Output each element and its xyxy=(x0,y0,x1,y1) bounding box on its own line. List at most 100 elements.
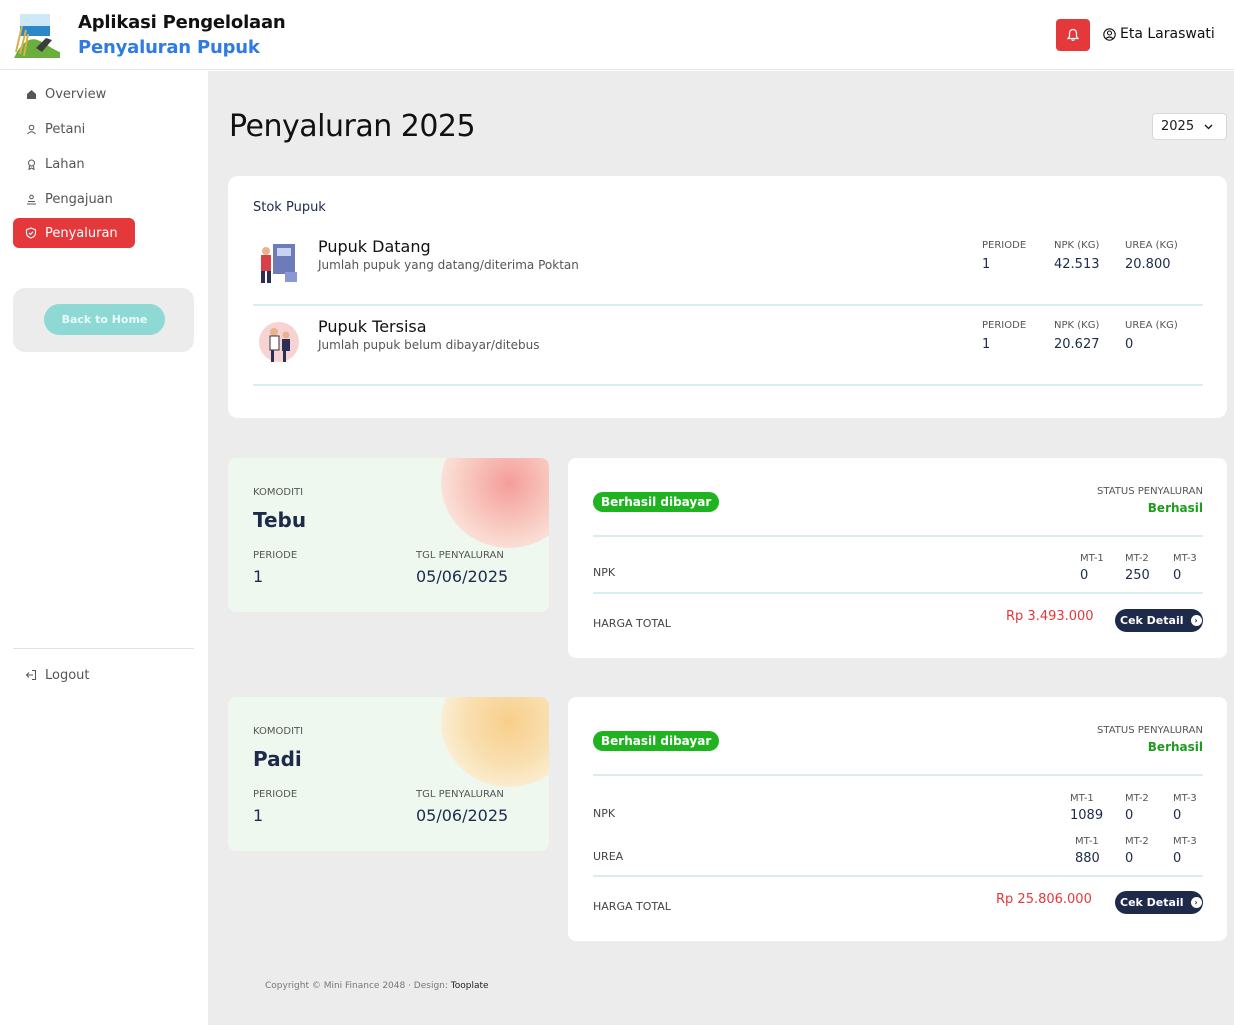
sidebar-item-lahan[interactable]: Lahan xyxy=(13,149,135,179)
stok-urea-value: 0 xyxy=(1125,337,1134,352)
harga-total-label: HARGA TOTAL xyxy=(593,617,671,630)
mt-value: 1089 xyxy=(1070,808,1104,823)
harga-total-value: Rp 3.493.000 xyxy=(1006,609,1094,624)
stok-npk: NPK (KG) 20.627 xyxy=(1054,320,1100,352)
npk-mt1: MT-1 1089 xyxy=(1070,793,1103,823)
user-menu[interactable]: Eta Laraswati xyxy=(1103,26,1215,42)
komoditi-name: Tebu xyxy=(253,508,307,532)
status-card-padi: Berhasil dibayar STATUS PENYALURAN Berha… xyxy=(568,697,1227,941)
notification-button[interactable] xyxy=(1056,19,1090,51)
mt-value: 0 xyxy=(1173,808,1182,823)
app-subtitle: Penyaluran Pupuk xyxy=(78,37,260,58)
status-badge: Berhasil dibayar xyxy=(593,731,720,751)
urea-mt1: MT-1 880 xyxy=(1075,836,1100,866)
decorative-blob xyxy=(441,458,549,548)
sidebar-item-label: Petani xyxy=(45,121,86,137)
cek-detail-button[interactable]: Cek Detail › xyxy=(1115,891,1203,914)
stok-urea: UREA (KG) 20.800 xyxy=(1125,240,1178,272)
divider xyxy=(593,592,1203,594)
footer-link[interactable]: Tooplate xyxy=(451,981,489,991)
tgl-penyaluran-value: 05/06/2025 xyxy=(416,806,509,825)
periode-value: 1 xyxy=(253,806,264,825)
mt-value: 0 xyxy=(1173,568,1182,583)
stok-periode: PERIODE 1 xyxy=(982,320,1026,352)
stok-periode-label: PERIODE xyxy=(982,320,1027,331)
npk-mt2: MT-2 0 xyxy=(1125,793,1149,823)
back-to-home-button[interactable]: Back to Home xyxy=(44,304,165,335)
chevron-right-icon: › xyxy=(1190,615,1202,626)
mt-label: MT-1 xyxy=(1070,793,1094,804)
periode-value: 1 xyxy=(253,567,264,586)
npk-mt3: MT-3 0 xyxy=(1173,793,1197,823)
stok-heading: Stok Pupuk xyxy=(253,200,326,215)
urea-label: UREA xyxy=(593,850,624,863)
pupuk-datang-illustration xyxy=(255,238,303,286)
divider xyxy=(593,774,1203,776)
year-select[interactable]: 2025 xyxy=(1152,113,1227,140)
status-penyaluran-label: STATUS PENYALURAN xyxy=(1097,725,1203,736)
stok-row: Pupuk Datang Jumlah pupuk yang datang/di… xyxy=(253,226,1203,306)
periode-label: PERIODE xyxy=(253,550,298,561)
divider xyxy=(593,875,1203,877)
sidebar-item-overview[interactable]: Overview xyxy=(13,79,135,109)
sidebar-item-pengajuan[interactable]: Pengajuan xyxy=(13,184,135,214)
mt-label: MT-2 xyxy=(1125,553,1149,564)
mt-value: 0 xyxy=(1125,851,1134,866)
stok-desc: Jumlah pupuk belum dibayar/ditebus xyxy=(318,338,540,352)
page-title: Penyaluran 2025 xyxy=(229,109,476,144)
stok-npk-value: 42.513 xyxy=(1054,257,1100,272)
cek-detail-label: Cek Detail xyxy=(1120,614,1184,627)
bell-icon xyxy=(1066,28,1080,41)
app-logo[interactable] xyxy=(12,12,62,60)
npk-mt1: MT-1 0 xyxy=(1080,553,1104,583)
tgl-penyaluran-label: TGL PENYALURAN xyxy=(416,550,504,561)
home-icon xyxy=(25,88,37,100)
back-to-home-panel: Back to Home xyxy=(13,288,194,352)
mt-label: MT-2 xyxy=(1125,836,1149,847)
sidebar-item-label: Lahan xyxy=(45,156,85,172)
chevron-right-icon: › xyxy=(1190,897,1202,908)
sidebar-item-penyaluran[interactable]: Penyaluran xyxy=(13,218,135,248)
stok-desc: Jumlah pupuk yang datang/diterima Poktan xyxy=(318,258,579,272)
sidebar-item-petani[interactable]: Petani xyxy=(13,114,135,144)
footer: Copyright © Mini Finance 2048 · Design: … xyxy=(265,981,489,991)
mt-label: MT-1 xyxy=(1080,553,1104,564)
komoditi-label: KOMODITI xyxy=(253,487,304,498)
harga-total-label: HARGA TOTAL xyxy=(593,900,671,913)
stok-pupuk-card: Stok Pupuk Pupuk Datang Jumlah pupuk yan… xyxy=(228,176,1227,418)
stok-urea: UREA (KG) 0 xyxy=(1125,320,1178,352)
status-penyaluran-value: Berhasil xyxy=(1147,501,1203,515)
stok-npk-label: NPK (KG) xyxy=(1054,240,1100,251)
stok-urea-label: UREA (KG) xyxy=(1125,320,1178,331)
stok-urea-label: UREA (KG) xyxy=(1125,240,1178,251)
divider xyxy=(593,535,1203,537)
stok-periode-value: 1 xyxy=(982,257,991,272)
chevron-down-icon xyxy=(1204,124,1213,129)
logout-icon xyxy=(25,669,37,681)
komoditi-name: Padi xyxy=(253,747,302,771)
stok-row: Pupuk Tersisa Jumlah pupuk belum dibayar… xyxy=(253,306,1203,386)
logout-button[interactable]: Logout xyxy=(13,660,135,690)
logout-label: Logout xyxy=(45,667,90,683)
status-card-tebu: Berhasil dibayar STATUS PENYALURAN Berha… xyxy=(568,458,1227,658)
year-select-value: 2025 xyxy=(1161,119,1195,134)
status-badge: Berhasil dibayar xyxy=(593,492,720,512)
harga-total-value: Rp 25.806.000 xyxy=(996,892,1092,907)
cek-detail-button[interactable]: Cek Detail › xyxy=(1115,609,1203,632)
status-penyaluran-label: STATUS PENYALURAN xyxy=(1097,486,1203,497)
stok-name: Pupuk Datang xyxy=(318,237,431,256)
npk-mt3: MT-3 0 xyxy=(1173,553,1197,583)
tgl-penyaluran-value: 05/06/2025 xyxy=(416,567,509,586)
top-header: Aplikasi Pengelolaan Penyaluran Pupuk Et… xyxy=(0,0,1234,70)
mt-value: 0 xyxy=(1173,851,1182,866)
stok-npk: NPK (KG) 42.513 xyxy=(1054,240,1100,272)
mt-value: 0 xyxy=(1125,808,1134,823)
mt-label: MT-1 xyxy=(1075,836,1099,847)
stok-npk-label: NPK (KG) xyxy=(1054,320,1100,331)
sidebar-item-label: Penyaluran xyxy=(45,225,118,241)
stok-npk-value: 20.627 xyxy=(1054,337,1100,352)
user-name: Eta Laraswati xyxy=(1120,26,1215,42)
npk-label: NPK xyxy=(593,807,616,820)
urea-mt2: MT-2 0 xyxy=(1125,836,1149,866)
komoditi-label: KOMODITI xyxy=(253,726,304,737)
